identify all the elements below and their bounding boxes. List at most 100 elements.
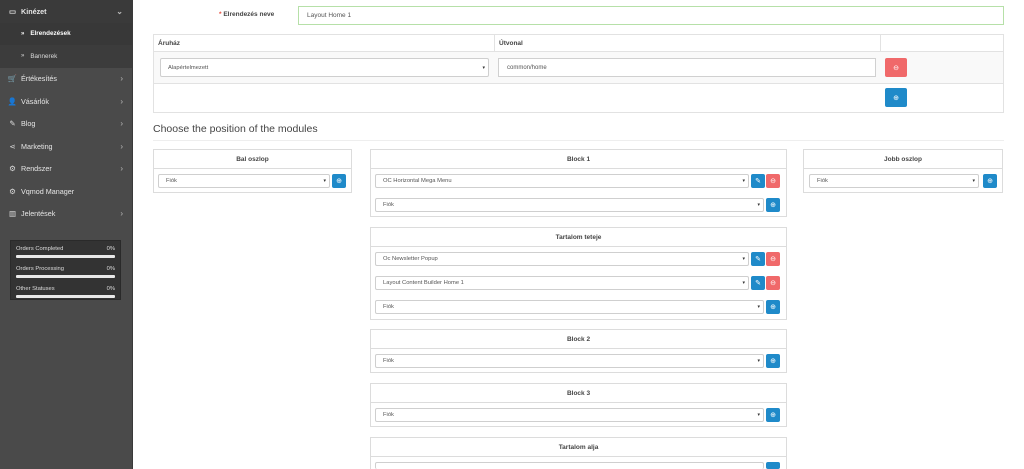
add-module-button[interactable]: ⊕ — [766, 354, 780, 368]
chevron-right-icon: › — [120, 141, 123, 151]
module-select-right[interactable]: Fiók ▾ — [809, 174, 979, 188]
sidebar: ▭ Kinézet ⌄ » Elrendezések » Bannerek 🛒 … — [0, 0, 132, 469]
plus-circle-icon: ⊕ — [336, 178, 342, 185]
caret-down-icon: ▾ — [757, 304, 760, 310]
progress-bar — [16, 275, 115, 278]
minus-circle-icon: ⊖ — [770, 280, 776, 287]
sidebar-item-marketing[interactable]: ⋖ Marketing › — [0, 135, 132, 158]
column-header-store: Áruház — [158, 40, 181, 47]
caret-down-icon: ▾ — [972, 178, 975, 184]
sidebar-item-label: Értékesítés — [21, 74, 57, 84]
plus-circle-icon: ⊕ — [987, 178, 993, 185]
stat-label: Orders Processing — [16, 266, 65, 272]
remove-module-button[interactable]: ⊖ — [766, 276, 780, 290]
progress-bar — [16, 295, 115, 298]
panel-title-content-bottom: Tartalom alja — [371, 438, 786, 457]
stat-label: Other Statuses — [16, 286, 55, 292]
route-table-footer — [153, 83, 1004, 113]
sidebar-item-kinezet[interactable]: ▭ Kinézet ⌄ — [0, 0, 132, 23]
module-select-content-bottom-new[interactable] — [375, 462, 764, 469]
remove-route-button[interactable]: ⊖ — [885, 58, 907, 77]
caret-down-icon: ▾ — [757, 412, 760, 418]
add-module-button[interactable]: ⊕ — [332, 174, 346, 188]
stat-other-statuses: Other Statuses 0% — [16, 286, 115, 304]
module-select-block1-0[interactable]: OC Horizontal Mega Menu ▾ — [375, 174, 749, 188]
cart-icon: 🛒 — [7, 74, 18, 84]
sidebar-item-label: Blog — [21, 119, 36, 129]
sidebar-subitem-label: Bannerek — [30, 52, 58, 60]
select-value: Layout Content Builder Home 1 — [383, 280, 464, 286]
module-select-content-top-1[interactable]: Layout Content Builder Home 1 ▾ — [375, 276, 749, 290]
add-module-button[interactable]: ⊕ — [983, 174, 997, 188]
module-select-content-top-0[interactable]: Oc Newsletter Popup ▾ — [375, 252, 749, 266]
select-value: Fiók — [383, 202, 394, 208]
sidebar-item-blog[interactable]: ✎ Blog › — [0, 113, 132, 136]
plus-circle-icon: ⊕ — [770, 358, 776, 365]
panel-title-content-top: Tartalom teteje — [371, 228, 786, 247]
plus-circle-icon: ⊕ — [893, 94, 899, 102]
module-select-left[interactable]: Fiók ▾ — [158, 174, 330, 188]
remove-module-button[interactable]: ⊖ — [766, 252, 780, 266]
sidebar-item-label: Kinézet — [21, 6, 47, 16]
edit-module-button[interactable]: ✎ — [751, 276, 765, 290]
stat-value: 0% — [106, 286, 115, 292]
pencil-icon: ✎ — [755, 178, 761, 185]
sidebar-item-ertekesites[interactable]: 🛒 Értékesítés › — [0, 68, 132, 91]
sidebar-item-vqmod[interactable]: ⚙ Vqmod Manager — [0, 180, 132, 203]
minus-circle-icon: ⊖ — [893, 64, 899, 72]
select-value: Fiók — [383, 358, 394, 364]
module-select-block2-new[interactable]: Fiók ▾ — [375, 354, 764, 368]
sidebar-subitem-label: Elrendezések — [30, 30, 71, 38]
heading-divider — [153, 140, 1004, 141]
route-table-header-store: Áruház — [153, 34, 495, 52]
select-value: OC Horizontal Mega Menu — [383, 178, 452, 184]
select-value: Fiók — [383, 412, 394, 418]
double-chevron-right-icon: » — [21, 30, 25, 37]
add-route-button[interactable]: ⊕ — [885, 88, 907, 107]
sidebar-item-label: Vásárlók — [21, 96, 49, 106]
caret-down-icon: ▾ — [742, 178, 745, 184]
chevron-right-icon: › — [120, 209, 123, 219]
route-input[interactable]: common/home — [498, 58, 876, 77]
edit-module-button[interactable]: ✎ — [751, 174, 765, 188]
minus-circle-icon: ⊖ — [770, 178, 776, 185]
edit-module-button[interactable]: ✎ — [751, 252, 765, 266]
route-table-header-action — [880, 34, 1004, 52]
module-select-block1-new[interactable]: Fiók ▾ — [375, 198, 764, 212]
module-select-content-top-new[interactable]: Fiók ▾ — [375, 300, 764, 314]
route-table-header-route: Útvonal — [494, 34, 881, 52]
sidebar-item-vasarlok[interactable]: 👤 Vásárlók › — [0, 90, 132, 113]
add-module-button[interactable]: ⊕ — [766, 408, 780, 422]
sidebar-item-rendszer[interactable]: ⚙ Rendszer › — [0, 158, 132, 181]
share-icon: ⋖ — [9, 141, 16, 151]
store-select-value: Alapértelmezett — [168, 64, 209, 71]
select-value: Fiók — [383, 304, 394, 310]
modules-heading: Choose the position of the modules — [153, 123, 318, 135]
sidebar-item-label: Marketing — [21, 141, 53, 151]
panel-title-right: Jobb oszlop — [804, 150, 1002, 169]
store-select[interactable]: Alapértelmezett ▾ — [160, 58, 489, 77]
add-module-button[interactable] — [766, 462, 780, 469]
sidebar-subitem-bannerek[interactable]: » Bannerek — [0, 45, 132, 68]
sidebar-item-jelentesek[interactable]: ▥ Jelentések › — [0, 203, 132, 226]
caret-down-icon: ▾ — [742, 256, 745, 262]
double-chevron-right-icon: » — [21, 53, 25, 60]
user-icon: 👤 — [7, 96, 18, 106]
sidebar-item-label: Vqmod Manager — [21, 186, 75, 196]
panel-title-block3: Block 3 — [371, 384, 786, 403]
sidebar-item-label: Rendszer — [21, 164, 52, 174]
layout-name-input[interactable]: Layout Home 1 — [298, 6, 1004, 25]
add-module-button[interactable]: ⊕ — [766, 300, 780, 314]
monitor-icon: ▭ — [8, 6, 17, 16]
caret-down-icon: ▾ — [757, 202, 760, 208]
sidebar-subitem-elrendezesek[interactable]: » Elrendezések — [0, 22, 132, 45]
module-select-block3-new[interactable]: Fiók ▾ — [375, 408, 764, 422]
layout-name-label: * Elrendezés neve — [219, 11, 274, 18]
remove-module-button[interactable]: ⊖ — [766, 174, 780, 188]
minus-circle-icon: ⊖ — [770, 256, 776, 263]
panel-title-block1: Block 1 — [371, 150, 786, 169]
chevron-right-icon: › — [120, 119, 123, 129]
column-header-route: Útvonal — [499, 40, 523, 47]
add-module-button[interactable]: ⊕ — [766, 198, 780, 212]
chevron-right-icon: › — [120, 164, 123, 174]
